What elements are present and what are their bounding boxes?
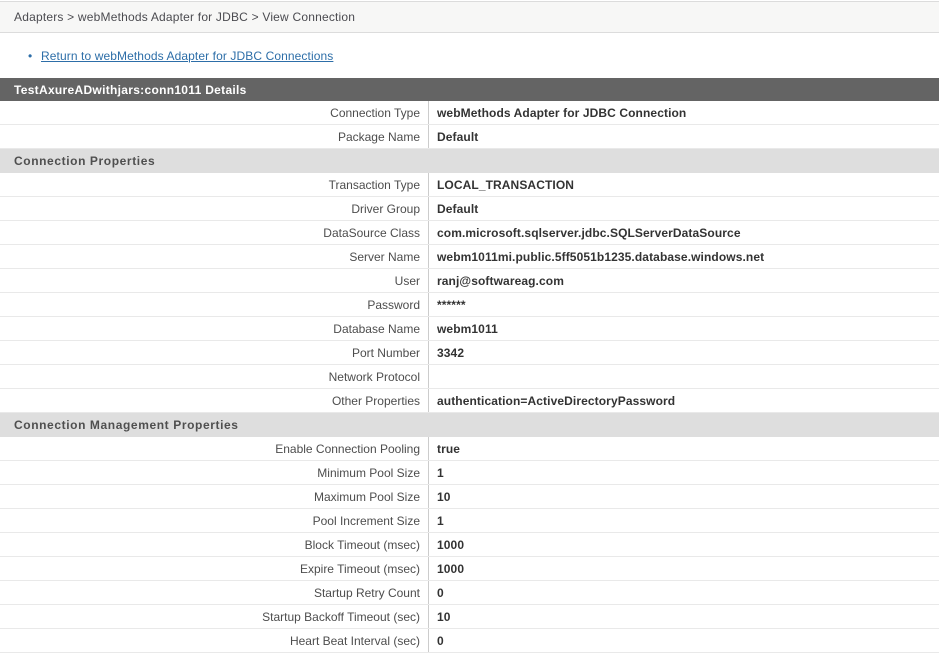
row-label: Heart Beat Interval (sec)	[0, 629, 429, 652]
row-label: Other Properties	[0, 389, 429, 412]
row-label: Database Name	[0, 317, 429, 340]
table-row-enable-connection-pooling: Enable Connection Pooling true	[0, 437, 939, 461]
row-value: Default	[429, 197, 939, 220]
row-label: Port Number	[0, 341, 429, 364]
row-value: 10	[429, 485, 939, 508]
row-value: 0	[429, 629, 939, 652]
section-title: Connection Properties	[14, 154, 155, 168]
row-value: ******	[429, 293, 939, 316]
table-row-user: User ranj@softwareag.com	[0, 269, 939, 293]
row-value: webMethods Adapter for JDBC Connection	[429, 101, 939, 124]
section-header-connection-properties: Connection Properties	[0, 149, 939, 173]
table-row-other-properties: Other Properties authentication=ActiveDi…	[0, 389, 939, 413]
row-label: Expire Timeout (msec)	[0, 557, 429, 580]
row-label: Enable Connection Pooling	[0, 437, 429, 460]
row-label: Block Timeout (msec)	[0, 533, 429, 556]
table-row-transaction-type: Transaction Type LOCAL_TRANSACTION	[0, 173, 939, 197]
row-label: Startup Retry Count	[0, 581, 429, 604]
row-label: Startup Backoff Timeout (sec)	[0, 605, 429, 628]
row-value: com.microsoft.sqlserver.jdbc.SQLServerDa…	[429, 221, 939, 244]
row-label: Network Protocol	[0, 365, 429, 388]
table-row-maximum-pool-size: Maximum Pool Size 10	[0, 485, 939, 509]
row-value: 0	[429, 581, 939, 604]
table-row-expire-timeout: Expire Timeout (msec) 1000	[0, 557, 939, 581]
table-row-port-number: Port Number 3342	[0, 341, 939, 365]
bullet-icon: •	[28, 49, 41, 63]
table-row-password: Password ******	[0, 293, 939, 317]
row-label: DataSource Class	[0, 221, 429, 244]
row-value: 1	[429, 509, 939, 532]
row-label: Connection Type	[0, 101, 429, 124]
table-row-startup-backoff-timeout: Startup Backoff Timeout (sec) 10	[0, 605, 939, 629]
row-label: User	[0, 269, 429, 292]
row-value: LOCAL_TRANSACTION	[429, 173, 939, 196]
table-row-driver-group: Driver Group Default	[0, 197, 939, 221]
row-label: Transaction Type	[0, 173, 429, 196]
row-label: Maximum Pool Size	[0, 485, 429, 508]
row-label: Password	[0, 293, 429, 316]
breadcrumb-bar: Adapters > webMethods Adapter for JDBC >…	[0, 1, 939, 33]
table-row-connection-type: Connection Type webMethods Adapter for J…	[0, 101, 939, 125]
table-row-heart-beat-interval: Heart Beat Interval (sec) 0	[0, 629, 939, 653]
row-value: 1000	[429, 533, 939, 556]
row-value: 1	[429, 461, 939, 484]
row-label: Driver Group	[0, 197, 429, 220]
row-value: 3342	[429, 341, 939, 364]
row-value: webm1011mi.public.5ff5051b1235.database.…	[429, 245, 939, 268]
row-value: Default	[429, 125, 939, 148]
details-title-bar: TestAxureADwithjars:conn1011 Details	[0, 78, 939, 101]
table-row-package-name: Package Name Default	[0, 125, 939, 149]
row-label: Package Name	[0, 125, 429, 148]
row-value: authentication=ActiveDirectoryPassword	[429, 389, 939, 412]
connection-details-table: TestAxureADwithjars:conn1011 Details Con…	[0, 78, 939, 653]
return-link-row: • Return to webMethods Adapter for JDBC …	[0, 33, 939, 78]
section-header-connection-management-properties: Connection Management Properties	[0, 413, 939, 437]
table-row-datasource-class: DataSource Class com.microsoft.sqlserver…	[0, 221, 939, 245]
table-row-block-timeout: Block Timeout (msec) 1000	[0, 533, 939, 557]
table-row-minimum-pool-size: Minimum Pool Size 1	[0, 461, 939, 485]
breadcrumb: Adapters > webMethods Adapter for JDBC >…	[14, 10, 355, 24]
row-value	[429, 365, 939, 388]
table-row-pool-increment-size: Pool Increment Size 1	[0, 509, 939, 533]
row-label: Pool Increment Size	[0, 509, 429, 532]
table-row-database-name: Database Name webm1011	[0, 317, 939, 341]
row-label: Minimum Pool Size	[0, 461, 429, 484]
row-value: 10	[429, 605, 939, 628]
row-label: Server Name	[0, 245, 429, 268]
row-value: 1000	[429, 557, 939, 580]
table-row-server-name: Server Name webm1011mi.public.5ff5051b12…	[0, 245, 939, 269]
table-row-network-protocol: Network Protocol	[0, 365, 939, 389]
section-title: Connection Management Properties	[14, 418, 239, 432]
row-value: webm1011	[429, 317, 939, 340]
details-title: TestAxureADwithjars:conn1011 Details	[14, 83, 247, 97]
row-value: ranj@softwareag.com	[429, 269, 939, 292]
table-row-startup-retry-count: Startup Retry Count 0	[0, 581, 939, 605]
return-to-connections-link[interactable]: Return to webMethods Adapter for JDBC Co…	[41, 49, 333, 63]
row-value: true	[429, 437, 939, 460]
